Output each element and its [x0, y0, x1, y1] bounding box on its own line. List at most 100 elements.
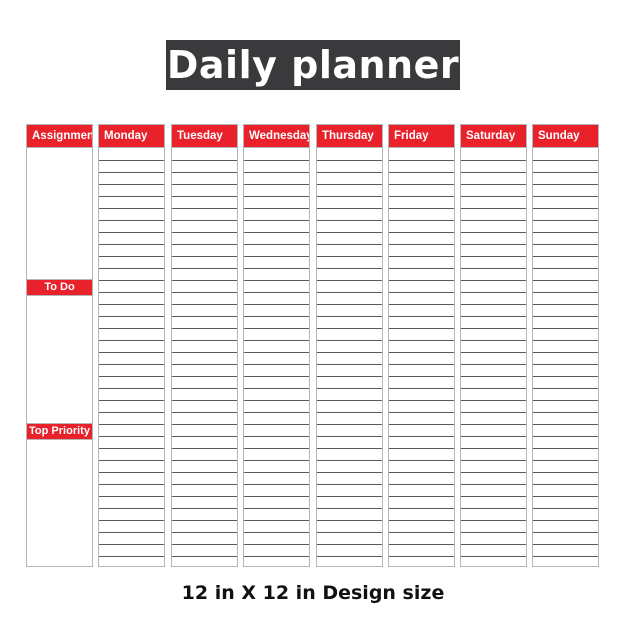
- writing-line: [244, 376, 309, 377]
- writing-line: [172, 376, 237, 377]
- day-column-tuesday: Tuesday: [171, 124, 238, 567]
- writing-line: [317, 184, 382, 185]
- writing-line: [461, 196, 526, 197]
- writing-line: [172, 316, 237, 317]
- writing-line: [389, 376, 454, 377]
- writing-line: [317, 328, 382, 329]
- writing-line: [244, 352, 309, 353]
- writing-line: [172, 460, 237, 461]
- writing-line: [244, 220, 309, 221]
- writing-line: [317, 388, 382, 389]
- writing-line: [389, 412, 454, 413]
- writing-line: [533, 424, 598, 425]
- writing-line: [461, 304, 526, 305]
- writing-line: [99, 364, 164, 365]
- writing-line: [244, 256, 309, 257]
- writing-line: [99, 544, 164, 545]
- writing-line: [172, 448, 237, 449]
- writing-line: [172, 172, 237, 173]
- writing-line: [461, 436, 526, 437]
- writing-line: [99, 484, 164, 485]
- writing-line: [533, 508, 598, 509]
- writing-line: [461, 448, 526, 449]
- writing-line: [389, 472, 454, 473]
- writing-line: [244, 556, 309, 557]
- writing-line: [533, 292, 598, 293]
- writing-line: [461, 328, 526, 329]
- writing-line: [317, 436, 382, 437]
- writing-line: [244, 424, 309, 425]
- writing-line: [533, 208, 598, 209]
- day-header-friday: Friday: [389, 125, 454, 148]
- writing-line: [461, 352, 526, 353]
- writing-line: [533, 556, 598, 557]
- writing-line: [389, 388, 454, 389]
- writing-line: [461, 520, 526, 521]
- writing-line: [389, 316, 454, 317]
- writing-line: [172, 232, 237, 233]
- writing-line: [99, 388, 164, 389]
- day-header-monday: Monday: [99, 125, 164, 148]
- todo-section-header: To Do: [27, 279, 92, 296]
- writing-line: [244, 172, 309, 173]
- writing-line: [533, 160, 598, 161]
- writing-line: [172, 208, 237, 209]
- writing-line: [533, 268, 598, 269]
- writing-line: [317, 268, 382, 269]
- writing-line: [533, 184, 598, 185]
- writing-line: [244, 160, 309, 161]
- writing-line: [533, 304, 598, 305]
- writing-line: [244, 496, 309, 497]
- day-column-wednesday: Wednesday: [243, 124, 310, 567]
- writing-line: [99, 532, 164, 533]
- writing-line: [99, 172, 164, 173]
- writing-line: [389, 508, 454, 509]
- writing-line: [389, 256, 454, 257]
- writing-line: [99, 268, 164, 269]
- writing-line: [244, 316, 309, 317]
- writing-line: [389, 424, 454, 425]
- writing-line: [461, 412, 526, 413]
- writing-line: [389, 448, 454, 449]
- writing-line: [99, 196, 164, 197]
- writing-line: [461, 256, 526, 257]
- writing-line: [389, 532, 454, 533]
- writing-line: [172, 484, 237, 485]
- writing-line: [244, 208, 309, 209]
- writing-line: [317, 460, 382, 461]
- writing-line: [317, 340, 382, 341]
- writing-line: [244, 436, 309, 437]
- writing-line: [389, 544, 454, 545]
- page-title: Daily planner: [166, 40, 460, 90]
- writing-line: [461, 460, 526, 461]
- writing-line: [533, 532, 598, 533]
- writing-line: [244, 508, 309, 509]
- writing-line: [317, 364, 382, 365]
- top-priority-section-header: Top Priority: [27, 423, 92, 440]
- writing-line: [172, 340, 237, 341]
- writing-line: [317, 256, 382, 257]
- writing-line: [172, 544, 237, 545]
- writing-line: [389, 460, 454, 461]
- day-column-friday: Friday: [388, 124, 455, 567]
- writing-line: [461, 316, 526, 317]
- writing-line: [317, 472, 382, 473]
- writing-line: [317, 556, 382, 557]
- writing-line: [99, 220, 164, 221]
- writing-line: [533, 256, 598, 257]
- writing-line: [533, 520, 598, 521]
- writing-line: [99, 376, 164, 377]
- writing-line: [244, 400, 309, 401]
- writing-line: [317, 292, 382, 293]
- writing-line: [244, 244, 309, 245]
- writing-line: [533, 388, 598, 389]
- day-column-thursday: Thursday: [316, 124, 383, 567]
- writing-line: [461, 244, 526, 245]
- writing-line: [389, 220, 454, 221]
- writing-line: [99, 208, 164, 209]
- writing-line: [244, 448, 309, 449]
- writing-line: [244, 388, 309, 389]
- writing-line: [172, 388, 237, 389]
- writing-line: [172, 304, 237, 305]
- writing-line: [461, 220, 526, 221]
